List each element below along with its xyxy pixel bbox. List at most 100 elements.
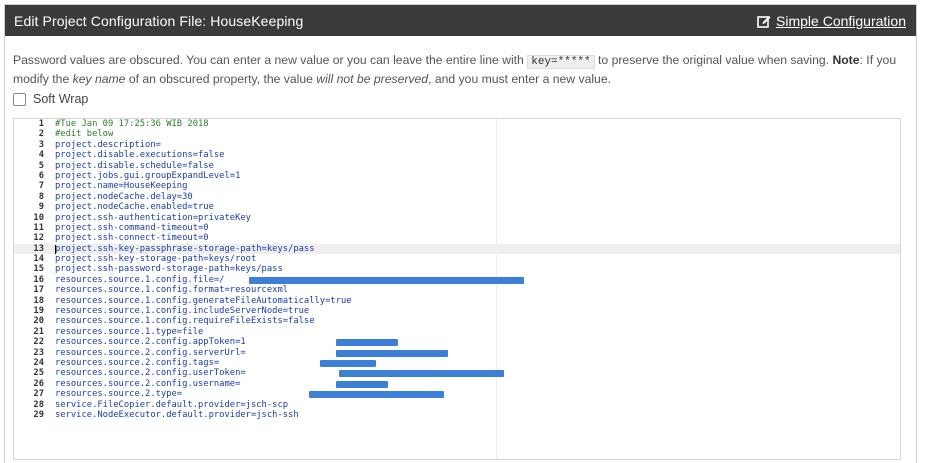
line-content[interactable]: resources.source.2.config.tags= (55, 358, 219, 368)
line-number: 5 (38, 160, 44, 171)
line-content[interactable]: resources.source.1.config.requireFileExi… (55, 316, 315, 326)
redaction-bar (336, 380, 388, 388)
simple-configuration-link[interactable]: Simple Configuration (757, 13, 906, 29)
password-notice: Password values are obscured. You can en… (13, 52, 898, 88)
editor-line[interactable]: 10 project.ssh-authentication=privateKey (14, 213, 900, 223)
line-content[interactable]: project.ssh-key-storage-path=keys/root (55, 254, 256, 264)
editor-line[interactable]: 26 resources.source.2.config.username= (14, 379, 900, 389)
line-content[interactable]: resources.source.1.config.file=/ (55, 275, 224, 285)
line-number: 14 (33, 254, 44, 265)
edit-icon (757, 15, 771, 28)
notice-text-1: Password values are obscured. You can en… (13, 53, 528, 67)
line-content[interactable]: project.nodeCache.enabled=true (55, 202, 214, 212)
editor-line[interactable]: 13 project.ssh-key-passphrase-storage-pat… (14, 243, 900, 255)
line-content[interactable]: resources.source.2.config.username= (55, 379, 240, 389)
editor-line[interactable]: 22 resources.source.2.config.appToken=1 (14, 337, 900, 347)
line-content[interactable]: resources.source.1.type=file (55, 327, 203, 337)
soft-wrap-checkbox[interactable] (13, 92, 26, 106)
editor-line[interactable]: 25 resources.source.2.config.userToken= (14, 368, 900, 378)
line-content[interactable]: resources.source.2.config.userToken= (55, 368, 246, 378)
editor-line[interactable]: 27 resources.source.2.type= (14, 389, 900, 399)
line-number: 19 (33, 306, 44, 317)
line-content[interactable]: project.jobs.gui.groupExpandLevel=1 (55, 171, 240, 181)
line-number: 29 (33, 409, 44, 420)
line-content[interactable]: project.nodeCache.delay=30 (55, 192, 193, 202)
editor-line[interactable]: 5 project.disable.schedule=false (14, 161, 900, 171)
soft-wrap-toggle[interactable]: Soft Wrap (13, 92, 88, 106)
line-content[interactable]: service.NodeExecutor.default.provider=js… (55, 410, 299, 420)
editor-line[interactable]: 4 project.disable.executions=false (14, 150, 900, 160)
editor-line[interactable]: 3 project.description= (14, 140, 900, 150)
editor-line[interactable]: 8 project.nodeCache.delay=30 (14, 192, 900, 202)
line-content[interactable]: resources.source.1.config.format=resourc… (55, 285, 288, 295)
line-number: 24 (33, 357, 44, 368)
key-name-emphasis: key name (72, 72, 126, 86)
redaction-bar (309, 391, 444, 399)
line-number: 13 (33, 243, 44, 254)
line-content[interactable]: resources.source.1.config.generateFileAu… (55, 296, 352, 306)
line-content[interactable]: resources.source.2.config.serverUrl= (55, 348, 246, 358)
editor-line[interactable]: 16 resources.source.1.config.file=/ (14, 275, 900, 285)
editor-line[interactable]: 9 project.nodeCache.enabled=true (14, 202, 900, 212)
line-number: 9 (38, 202, 44, 213)
line-number: 4 (38, 150, 44, 161)
line-number: 3 (38, 139, 44, 150)
line-number: 21 (33, 326, 44, 337)
editor-line[interactable]: 19 resources.source.1.config.includeServe… (14, 306, 900, 316)
line-content[interactable]: resources.source.2.config.appToken=1 (55, 337, 246, 347)
line-content[interactable]: resources.source.2.type= (55, 389, 182, 399)
editor-line[interactable]: 1 #Tue Jan 09 17:25:36 WIB 2018 (14, 119, 900, 129)
line-content[interactable]: project.ssh-connect-timeout=0 (55, 233, 209, 243)
line-content[interactable]: project.description= (55, 140, 161, 150)
line-number: 25 (33, 368, 44, 379)
notice-text-2: to preserve the original value when savi… (594, 53, 833, 67)
redaction-bar (339, 370, 504, 378)
notice-text-5: , and you must enter a new value. (428, 72, 611, 86)
line-content[interactable]: service.FileCopier.default.provider=jsch… (55, 400, 288, 410)
line-content[interactable]: project.ssh-authentication=privateKey (55, 213, 251, 223)
line-content[interactable]: project.ssh-command-timeout=0 (55, 223, 209, 233)
editor-line[interactable]: 12 project.ssh-connect-timeout=0 (14, 233, 900, 243)
line-content[interactable]: project.disable.executions=false (55, 150, 224, 160)
editor-line[interactable]: 21 resources.source.1.type=file (14, 327, 900, 337)
line-content[interactable]: project.name=HouseKeeping (55, 181, 187, 191)
line-content[interactable]: resources.source.1.config.includeServerN… (55, 306, 309, 316)
line-number: 17 (33, 285, 44, 296)
line-number: 26 (33, 378, 44, 389)
page-title: Edit Project Configuration File: HouseKe… (14, 12, 304, 29)
code-editor[interactable]: 1 #Tue Jan 09 17:25:36 WIB 2018 2 #edit bel… (13, 118, 901, 460)
line-number: 22 (33, 337, 44, 348)
line-number: 6 (38, 170, 44, 181)
line-content[interactable]: project.ssh-key-passphrase-storage-path=… (55, 244, 315, 254)
will-not-emphasis: will not be preserved (316, 72, 429, 86)
line-number: 10 (33, 212, 44, 223)
editor-line[interactable]: 20 resources.source.1.config.requireFileE… (14, 316, 900, 326)
editor-line[interactable]: 23 resources.source.2.config.serverUrl= (14, 348, 900, 358)
editor-line[interactable]: 7 project.name=HouseKeeping (14, 181, 900, 191)
line-content[interactable]: project.disable.schedule=false (55, 161, 214, 171)
editor-line[interactable]: 14 project.ssh-key-storage-path=keys/root (14, 254, 900, 264)
editor-line[interactable]: 18 resources.source.1.config.generateFile… (14, 296, 900, 306)
line-number: 7 (38, 181, 44, 192)
editor-line[interactable]: 24 resources.source.2.config.tags= (14, 358, 900, 368)
line-content[interactable]: #Tue Jan 09 17:25:36 WIB 2018 (55, 119, 209, 129)
editor-line[interactable]: 15 project.ssh-password-storage-path=keys… (14, 264, 900, 274)
editor-line[interactable]: 11 project.ssh-command-timeout=0 (14, 223, 900, 233)
line-number: 20 (33, 316, 44, 327)
editor-line[interactable]: 6 project.jobs.gui.groupExpandLevel=1 (14, 171, 900, 181)
editor-line[interactable]: 2 #edit below (14, 129, 900, 139)
line-number: 12 (33, 233, 44, 244)
line-content[interactable]: #edit below (55, 129, 113, 139)
redaction-bar (249, 276, 524, 284)
editor-line[interactable]: 28 service.FileCopier.default.provider=js… (14, 400, 900, 410)
line-number: 28 (33, 399, 44, 410)
line-number: 11 (33, 222, 44, 233)
line-number: 2 (38, 129, 44, 140)
line-number: 18 (33, 295, 44, 306)
editor-line[interactable]: 17 resources.source.1.config.format=resou… (14, 285, 900, 295)
simple-configuration-label[interactable]: Simple Configuration (776, 13, 906, 29)
line-number: 1 (38, 119, 44, 129)
editor-line[interactable]: 29 service.NodeExecutor.default.provider=… (14, 410, 900, 420)
key-code-sample: key=***** (527, 55, 595, 69)
line-content[interactable]: project.ssh-password-storage-path=keys/p… (55, 264, 283, 274)
